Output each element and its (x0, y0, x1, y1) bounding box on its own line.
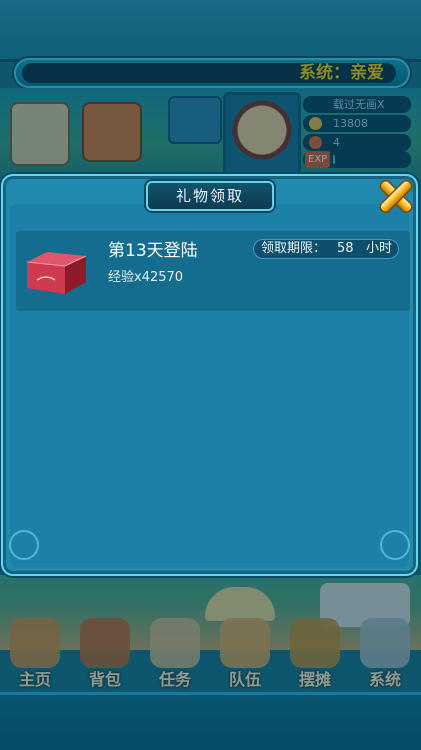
dialog-title: 礼物领取 (148, 183, 272, 209)
gift-name: 第13天登陆 (108, 241, 198, 261)
gift-dialog: 礼物领取 第13天登陆 经验x42570 领取期限： 58 小时 (1, 174, 418, 576)
deadline-unit: 小时 (366, 241, 393, 256)
gift-box-icon (25, 250, 88, 296)
deadline-value: 58 (337, 241, 354, 256)
claim-deadline: 领取期限： 58 小时 (253, 239, 399, 259)
gift-reward: 经验x42570 (108, 270, 184, 285)
corner-ornament (9, 530, 39, 560)
gift-list-item[interactable]: 第13天登陆 经验x42570 领取期限： 58 小时 (16, 231, 410, 311)
close-button[interactable] (378, 178, 414, 214)
deadline-label: 领取期限： (261, 241, 327, 256)
corner-ornament (380, 530, 410, 560)
